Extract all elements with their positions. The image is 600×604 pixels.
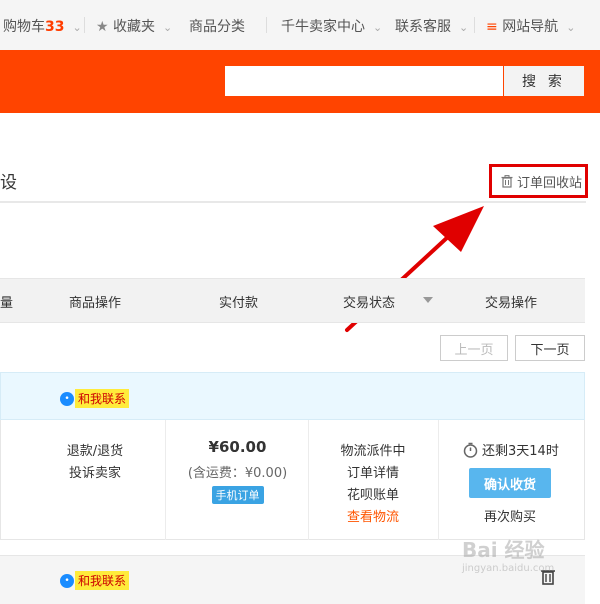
- mobile-order-badge: 手机订单: [211, 486, 264, 504]
- order-detail-link[interactable]: 订单详情: [325, 462, 421, 481]
- countdown-text: 还剩3天14时: [482, 444, 559, 459]
- mobile-order-badge-wrap: 手机订单: [180, 486, 295, 504]
- divider: [165, 420, 166, 540]
- contact-seller-link[interactable]: • 和我联系: [60, 389, 130, 408]
- divider: [438, 420, 439, 540]
- rebuy-link[interactable]: 再次购买: [460, 506, 560, 525]
- col-status[interactable]: 交易状态: [343, 292, 395, 311]
- contact-seller-link[interactable]: • 和我联系: [60, 571, 130, 590]
- chat-icon: •: [60, 573, 74, 588]
- watermark-sub: jingyan.baidu.com: [462, 563, 555, 574]
- view-logistics-link[interactable]: 查看物流: [325, 506, 421, 525]
- shipping-fee: (含运费：¥0.00): [187, 466, 288, 481]
- col-product-ops: 商品操作: [69, 296, 122, 311]
- order-price: ¥60.00: [208, 438, 267, 456]
- prev-page-button[interactable]: 上一页: [440, 335, 508, 361]
- col-paid: 实付款: [219, 296, 259, 311]
- watermark: Bai 经验 jingyan.baidu.com: [462, 534, 592, 582]
- watermark-text: Bai 经验: [462, 538, 545, 562]
- refund-link[interactable]: 退款/退货: [60, 440, 130, 459]
- stopwatch-icon: [463, 442, 478, 458]
- contact-label: 和我联系: [75, 571, 130, 590]
- countdown: 还剩3天14时: [463, 440, 559, 459]
- contact-label: 和我联系: [75, 389, 130, 408]
- divider: [308, 420, 309, 540]
- chat-icon: •: [60, 391, 74, 406]
- next-page-button[interactable]: 下一页: [515, 335, 585, 361]
- confirm-receipt-button[interactable]: 确认收货: [469, 468, 551, 498]
- table-header: 量 商品操作 实付款 交易状态 交易操作: [0, 278, 585, 323]
- col-quantity: 量: [0, 296, 14, 311]
- caret-down-icon[interactable]: [423, 297, 433, 303]
- col-trade-ops: 交易操作: [485, 296, 538, 311]
- huabei-bill-link[interactable]: 花呗账单: [325, 484, 421, 503]
- status-text: 物流派件中: [340, 444, 406, 459]
- complain-link[interactable]: 投诉卖家: [60, 462, 130, 481]
